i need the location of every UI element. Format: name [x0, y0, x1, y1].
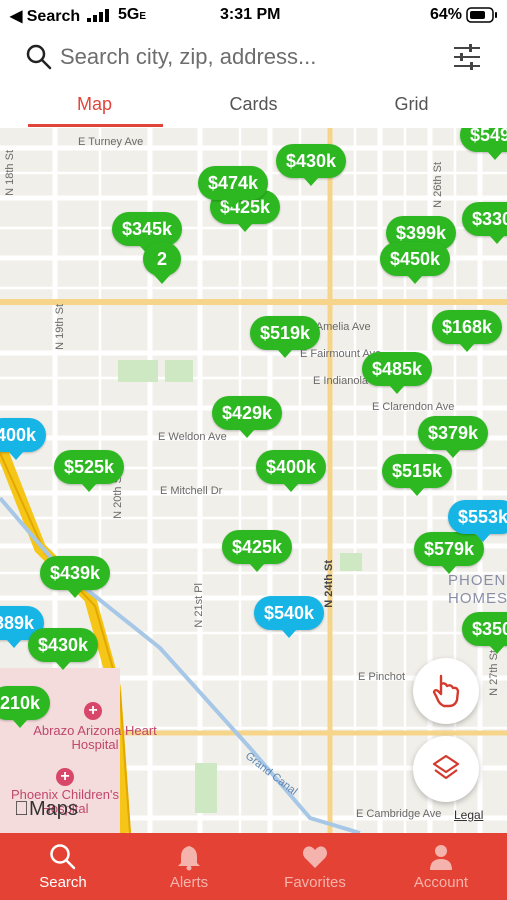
street-label: E Indianola: [313, 375, 369, 387]
street-label: E Clarendon Ave: [372, 401, 455, 413]
price-pin[interactable]: $553k: [448, 500, 507, 542]
hospital-icon: +: [84, 702, 102, 720]
price-pin[interactable]: $379k: [418, 416, 489, 458]
price-pin[interactable]: $450k: [380, 242, 451, 284]
price-pin[interactable]: $430k: [28, 628, 99, 670]
price-pin[interactable]: $430k: [276, 144, 347, 186]
tab-cards[interactable]: Cards: [169, 94, 338, 115]
map-view[interactable]: E Turney Ave N 18th St N 19th St N 26th …: [0, 128, 507, 833]
street-label: E Mitchell Dr: [160, 485, 223, 497]
nav-account[interactable]: Account: [378, 833, 504, 900]
search-icon: [26, 44, 52, 75]
hand-pointer-icon: [431, 672, 463, 715]
area-label: PHOENIX HOMES: [448, 572, 507, 607]
price-pin[interactable]: $439k: [40, 556, 111, 598]
hospital-icon: +: [56, 768, 74, 786]
tab-map[interactable]: Map: [10, 94, 179, 115]
hospital-label: Abrazo Arizona Heart Hospital: [33, 723, 157, 752]
street-label: E Pinchot: [358, 671, 406, 683]
map-layers-button[interactable]: [413, 736, 479, 802]
price-pin[interactable]: $485k: [362, 352, 433, 394]
person-icon: [430, 845, 452, 870]
street-label: N 26th St: [432, 162, 444, 208]
nav-label: Alerts: [169, 874, 209, 891]
cluster-pin[interactable]: 2: [143, 242, 181, 284]
price-pin[interactable]: $345k: [112, 212, 183, 254]
battery-percent: 64%: [430, 6, 463, 23]
status-bar: ◀ Search 5GE 3:31 PM 64%: [0, 0, 507, 30]
apple-icon: : [14, 798, 29, 820]
nav-label: Favorites: [284, 874, 346, 891]
price-pin[interactable]: 210k: [0, 686, 51, 728]
search-bar[interactable]: Search city, zip, address...: [0, 30, 507, 86]
price-pin[interactable]: $474k: [198, 166, 269, 208]
street-label: N 27th St: [488, 650, 500, 696]
draw-area-button[interactable]: [413, 658, 479, 724]
street-label: E Turney Ave: [78, 136, 144, 148]
price-pin[interactable]: $168k: [432, 310, 503, 352]
network-type: 5GE: [118, 6, 147, 23]
view-tabs: Map Cards Grid: [0, 86, 507, 129]
street-label: N 18th St: [4, 150, 16, 196]
nav-label: Account: [413, 874, 469, 891]
signal-icon: [87, 9, 109, 27]
price-pin[interactable]: $540k: [254, 596, 325, 638]
nav-favorites[interactable]: Favorites: [252, 833, 378, 900]
price-pin[interactable]: 400k: [0, 418, 47, 460]
street-label: N 24th St: [323, 560, 335, 608]
back-to-search-link[interactable]: ◀ Search: [10, 6, 80, 26]
battery-icon: [466, 7, 498, 28]
nav-label: Search: [39, 874, 87, 891]
street-label: E Weldon Ave: [158, 431, 227, 443]
price-pin[interactable]: $429k: [212, 396, 283, 438]
search-input[interactable]: Search city, zip, address...: [60, 44, 316, 70]
street-label: E Cambridge Ave: [356, 808, 442, 820]
nav-alerts[interactable]: Alerts: [126, 833, 252, 900]
search-icon: [50, 844, 76, 870]
price-pin[interactable]: $330k: [462, 202, 507, 244]
filter-sliders-icon[interactable]: [452, 42, 482, 77]
nav-search[interactable]: Search: [0, 833, 126, 900]
layers-icon: [432, 754, 460, 789]
price-pin[interactable]: $515k: [382, 454, 453, 496]
bottom-nav: Search Alerts Favorites Account: [0, 833, 507, 900]
apple-maps-logo: Maps: [14, 798, 78, 820]
price-pin[interactable]: $579k: [414, 532, 485, 574]
street-label: N 21st Pl: [193, 583, 205, 628]
heart-icon: [303, 846, 327, 868]
street-label: N 19th St: [54, 304, 66, 350]
legal-link[interactable]: Legal: [454, 808, 483, 822]
price-pin[interactable]: $400k: [256, 450, 327, 492]
price-pin[interactable]: $519k: [250, 316, 321, 358]
price-pin[interactable]: $525k: [54, 450, 125, 492]
tab-grid[interactable]: Grid: [327, 94, 496, 115]
price-pin[interactable]: $350k: [462, 612, 507, 654]
active-tab-indicator: [28, 124, 163, 127]
clock: 3:31 PM: [220, 6, 281, 23]
bell-icon: [178, 846, 200, 871]
price-pin[interactable]: $425k: [222, 530, 293, 572]
price-pin[interactable]: $549k: [460, 128, 507, 160]
